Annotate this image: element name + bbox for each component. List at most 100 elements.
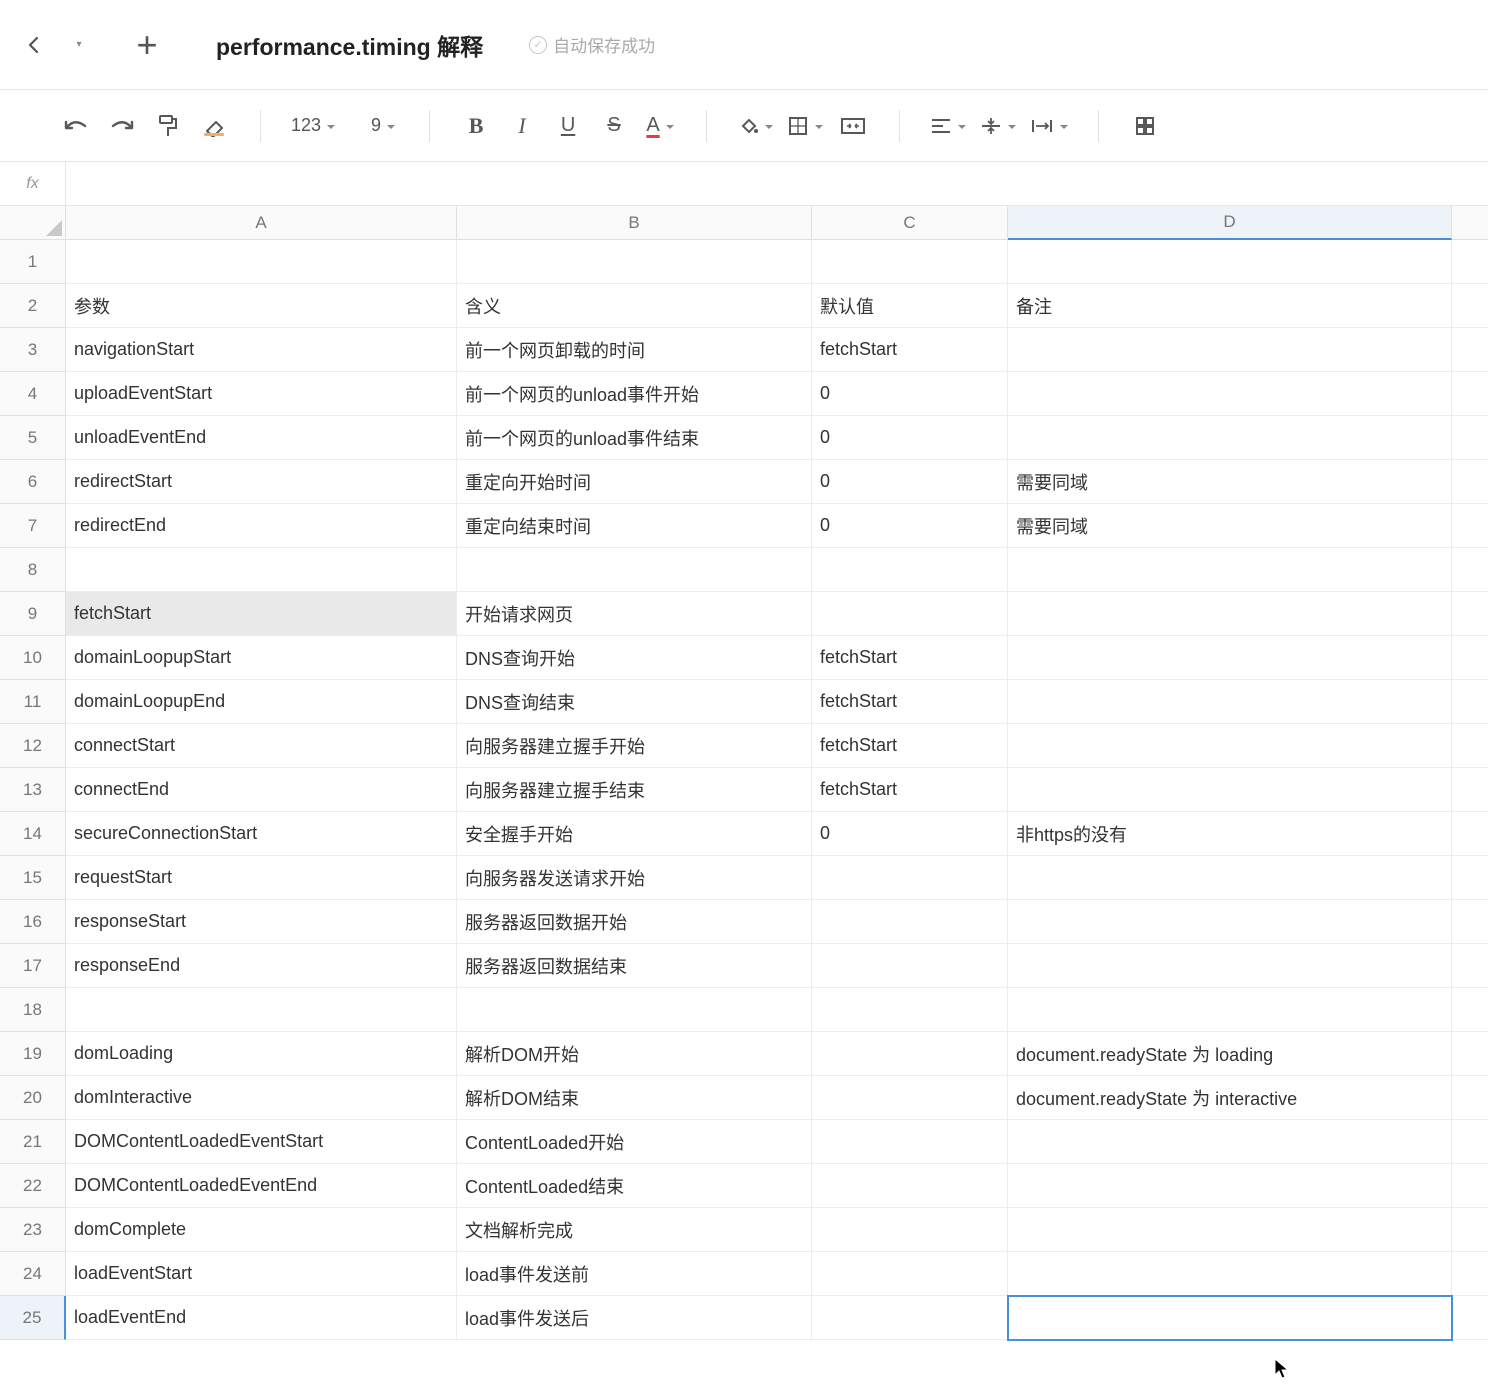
cell[interactable]: DOMContentLoadedEventStart — [66, 1120, 457, 1164]
cell[interactable]: 安全握手开始 — [457, 812, 812, 856]
cell[interactable]: connectEnd — [66, 768, 457, 812]
cell[interactable]: 0 — [812, 416, 1008, 460]
cell[interactable]: document.readyState 为 loading — [1008, 1032, 1452, 1076]
clear-format-button[interactable] — [198, 108, 230, 144]
vertical-align-dropdown[interactable] — [980, 108, 1016, 144]
cell[interactable]: 重定向开始时间 — [457, 460, 812, 504]
cell[interactable] — [1452, 812, 1488, 856]
cell[interactable]: fetchStart — [812, 680, 1008, 724]
cell[interactable]: load事件发送后 — [457, 1296, 812, 1340]
cell[interactable]: 服务器返回数据结束 — [457, 944, 812, 988]
formula-input[interactable] — [66, 162, 1488, 205]
cell[interactable] — [1452, 944, 1488, 988]
cell[interactable] — [812, 856, 1008, 900]
cell[interactable] — [66, 240, 457, 284]
cell[interactable] — [1008, 636, 1452, 680]
cell[interactable] — [1452, 1208, 1488, 1252]
undo-button[interactable] — [60, 108, 92, 144]
cell[interactable] — [1008, 944, 1452, 988]
cell[interactable] — [1452, 240, 1488, 284]
cell[interactable]: 解析DOM开始 — [457, 1032, 812, 1076]
cell[interactable]: 非https的没有 — [1008, 812, 1452, 856]
row-header[interactable]: 25 — [0, 1296, 66, 1340]
cell[interactable] — [812, 548, 1008, 592]
cell[interactable] — [812, 1164, 1008, 1208]
cell[interactable] — [1452, 1252, 1488, 1296]
row-header[interactable]: 13 — [0, 768, 66, 812]
cell[interactable] — [1452, 1296, 1488, 1340]
cell[interactable] — [1452, 988, 1488, 1032]
cell[interactable]: fetchStart — [66, 592, 457, 636]
row-header[interactable]: 9 — [0, 592, 66, 636]
select-all-corner[interactable] — [0, 206, 66, 240]
row-header[interactable]: 4 — [0, 372, 66, 416]
history-dropdown-icon[interactable]: ▾ — [70, 36, 88, 54]
cell[interactable]: DNS查询开始 — [457, 636, 812, 680]
cell[interactable] — [1452, 636, 1488, 680]
cell[interactable] — [1008, 1120, 1452, 1164]
cell[interactable] — [1452, 1076, 1488, 1120]
cell[interactable]: DOMContentLoadedEventEnd — [66, 1164, 457, 1208]
text-wrap-dropdown[interactable] — [1030, 108, 1068, 144]
cell[interactable] — [1452, 284, 1488, 328]
cell[interactable] — [1008, 1296, 1452, 1340]
cell[interactable]: 文档解析完成 — [457, 1208, 812, 1252]
cell[interactable]: 前一个网页的unload事件开始 — [457, 372, 812, 416]
cell[interactable]: connectStart — [66, 724, 457, 768]
cell[interactable] — [66, 988, 457, 1032]
cell[interactable]: 需要同域 — [1008, 460, 1452, 504]
bold-button[interactable]: B — [460, 108, 492, 144]
row-header[interactable]: 5 — [0, 416, 66, 460]
row-header[interactable]: 22 — [0, 1164, 66, 1208]
row-header[interactable]: 20 — [0, 1076, 66, 1120]
cell[interactable] — [1452, 1032, 1488, 1076]
cell[interactable] — [1452, 548, 1488, 592]
cell[interactable] — [457, 240, 812, 284]
cell[interactable] — [457, 548, 812, 592]
cell[interactable]: load事件发送前 — [457, 1252, 812, 1296]
italic-button[interactable]: I — [506, 108, 538, 144]
cell[interactable]: responseStart — [66, 900, 457, 944]
cell[interactable]: 向服务器建立握手开始 — [457, 724, 812, 768]
cell[interactable] — [1452, 592, 1488, 636]
cell[interactable] — [1008, 328, 1452, 372]
merge-cells-button[interactable] — [837, 108, 869, 144]
cell[interactable]: redirectStart — [66, 460, 457, 504]
cell[interactable]: domainLoopupStart — [66, 636, 457, 680]
cell[interactable] — [812, 1032, 1008, 1076]
number-format-dropdown[interactable]: 123 — [291, 108, 335, 144]
cell[interactable] — [1008, 1164, 1452, 1208]
row-header[interactable]: 24 — [0, 1252, 66, 1296]
cell[interactable] — [1452, 768, 1488, 812]
row-header[interactable]: 6 — [0, 460, 66, 504]
cell[interactable]: 解析DOM结束 — [457, 1076, 812, 1120]
cell[interactable]: domainLoopupEnd — [66, 680, 457, 724]
cell[interactable] — [1452, 328, 1488, 372]
cell[interactable] — [457, 988, 812, 1032]
cell[interactable] — [1008, 240, 1452, 284]
cell[interactable] — [1008, 548, 1452, 592]
column-header[interactable]: A — [66, 206, 457, 240]
cell[interactable]: redirectEnd — [66, 504, 457, 548]
cell[interactable] — [812, 1076, 1008, 1120]
cell[interactable]: fetchStart — [812, 768, 1008, 812]
strikethrough-button[interactable]: S — [598, 108, 630, 144]
cell[interactable] — [1008, 680, 1452, 724]
cell[interactable]: ContentLoaded开始 — [457, 1120, 812, 1164]
cell[interactable] — [1008, 724, 1452, 768]
cell[interactable]: fetchStart — [812, 636, 1008, 680]
column-header[interactable]: C — [812, 206, 1008, 240]
cell[interactable] — [1452, 680, 1488, 724]
cell[interactable]: fetchStart — [812, 724, 1008, 768]
cell[interactable] — [1452, 372, 1488, 416]
cell[interactable]: ContentLoaded结束 — [457, 1164, 812, 1208]
row-header[interactable]: 15 — [0, 856, 66, 900]
cell[interactable]: domLoading — [66, 1032, 457, 1076]
cell[interactable] — [1452, 504, 1488, 548]
cell[interactable] — [1452, 856, 1488, 900]
cell[interactable]: 重定向结束时间 — [457, 504, 812, 548]
cell[interactable]: DNS查询结束 — [457, 680, 812, 724]
cell[interactable] — [1008, 416, 1452, 460]
row-header[interactable]: 8 — [0, 548, 66, 592]
cell[interactable] — [1008, 900, 1452, 944]
